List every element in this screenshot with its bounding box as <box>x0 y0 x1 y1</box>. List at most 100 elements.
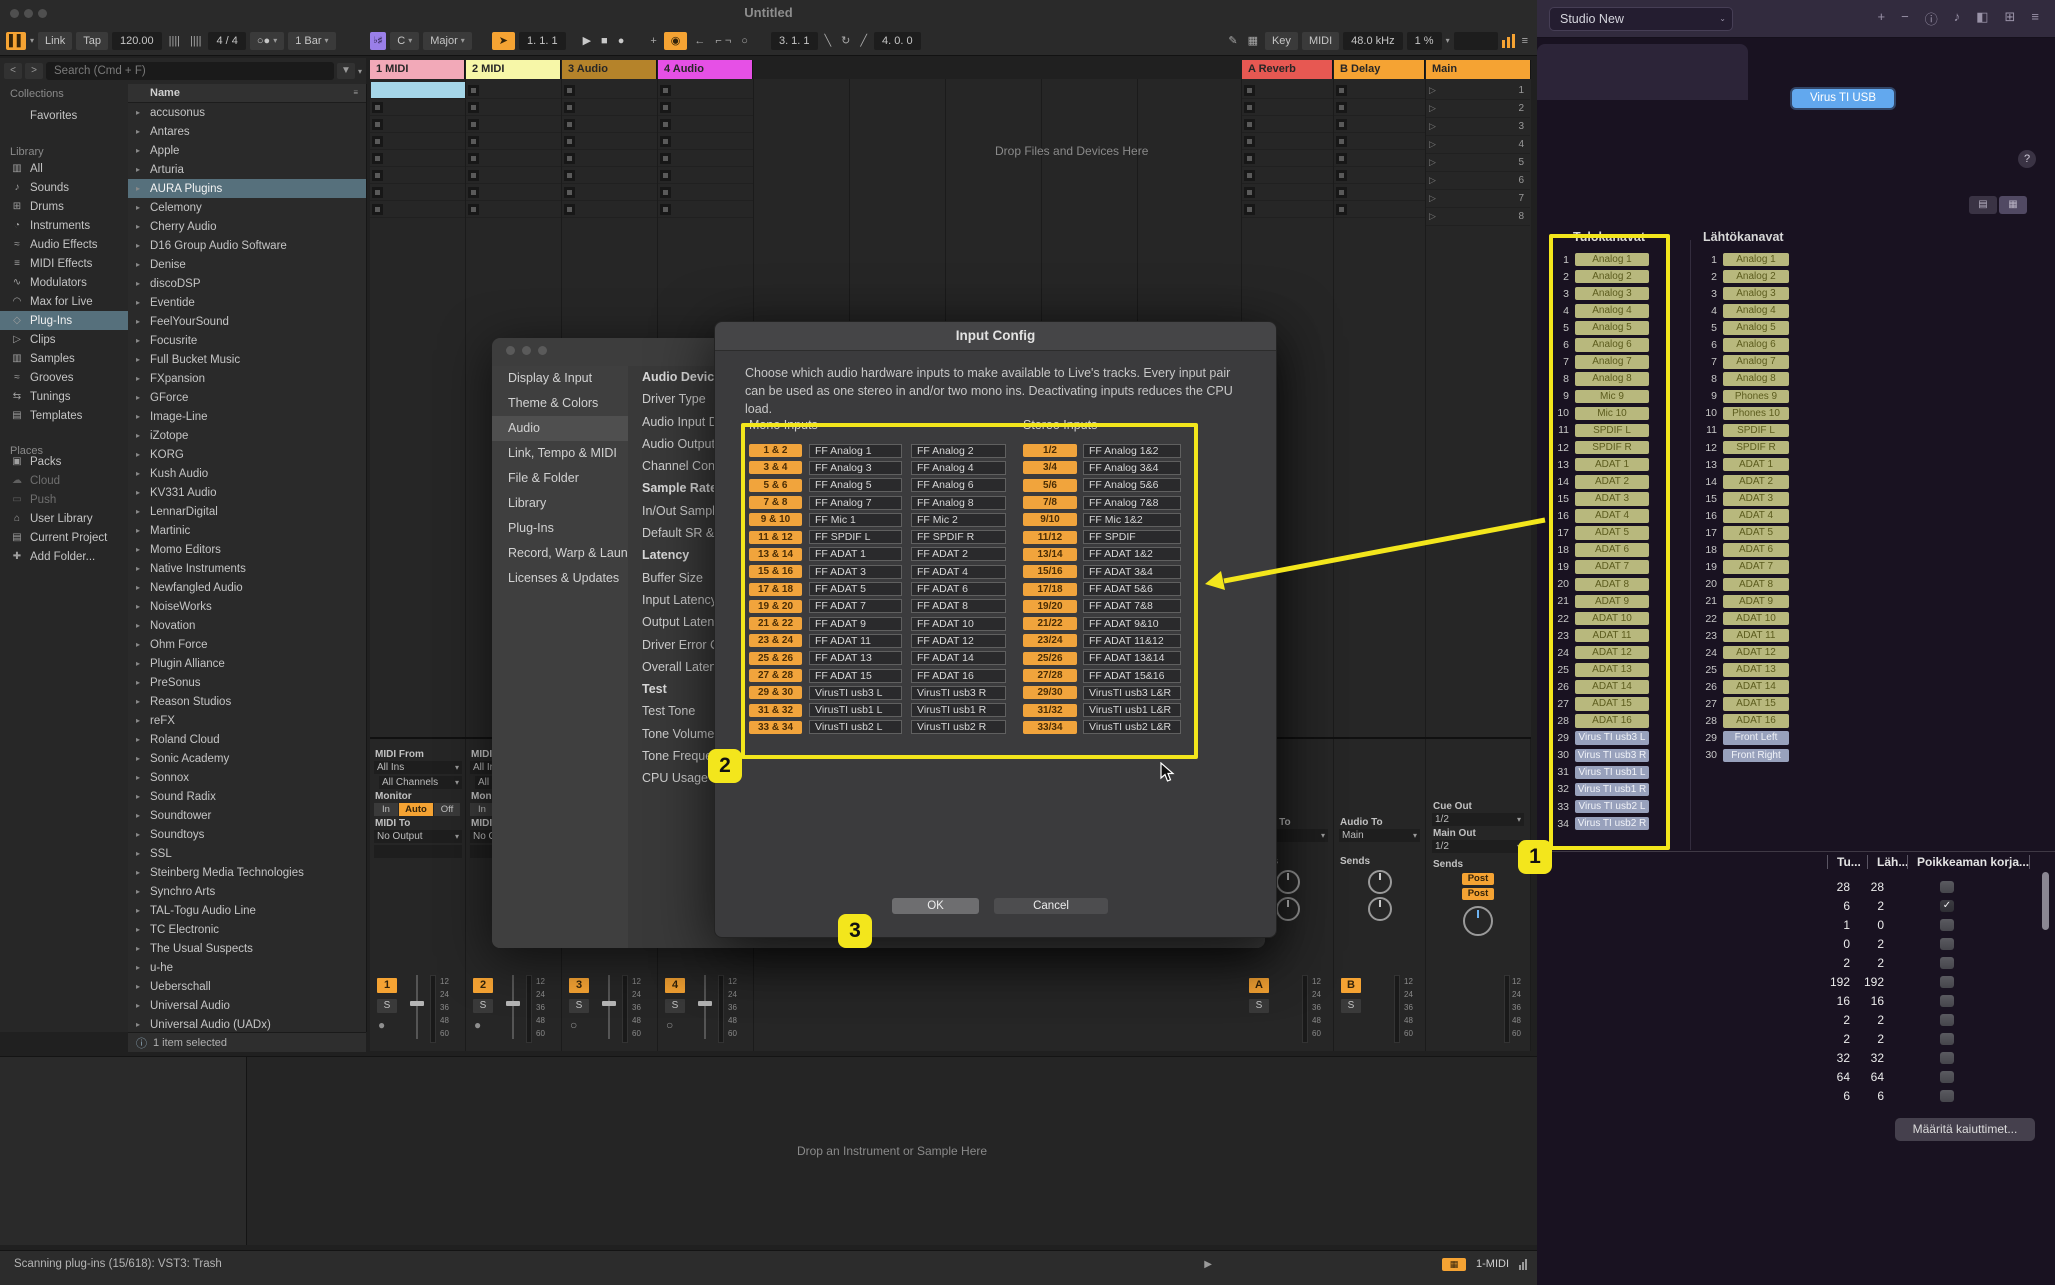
format-row[interactable]: 2 2 ✓ <box>1820 953 1954 972</box>
scene-row[interactable]: ▷4 <box>1426 136 1530 154</box>
scene-play-icon[interactable]: ▷ <box>1429 157 1436 168</box>
clip-stop-icon[interactable] <box>660 170 671 181</box>
clip-stop-icon[interactable] <box>372 170 383 181</box>
channel-button[interactable]: ADAT 15 <box>1723 697 1789 711</box>
deviation-checkbox[interactable]: ✓ <box>1940 976 1954 988</box>
punch-region-icon[interactable]: ⌐ ¬ <box>712 32 734 50</box>
input-pair-toggle[interactable]: 31/32 <box>1023 704 1077 717</box>
input-name-field[interactable]: FF ADAT 5 <box>809 582 902 596</box>
channel-button[interactable]: Front Right <box>1723 749 1789 763</box>
solo-button[interactable]: S <box>1341 999 1361 1013</box>
metronome-pattern-icon[interactable]: |||| <box>187 32 204 50</box>
clip-stop-icon[interactable] <box>468 119 479 130</box>
monitor-in-button[interactable]: In <box>374 803 398 816</box>
input-name-field[interactable]: FF Analog 2 <box>911 444 1006 458</box>
display-icon[interactable]: ◧ <box>1972 9 1992 28</box>
browser-vendor-row[interactable]: ▸FeelYourSound <box>128 312 366 331</box>
input-pair-toggle[interactable]: 11 & 12 <box>749 531 802 544</box>
clip-slot[interactable] <box>658 116 753 133</box>
column-header-lah[interactable]: Läh... <box>1877 855 1908 869</box>
disclosure-icon[interactable]: ▸ <box>136 108 144 117</box>
disclosure-icon[interactable]: ▸ <box>136 146 144 155</box>
channel-button[interactable]: ADAT 10 <box>1723 612 1789 626</box>
input-pair-toggle[interactable]: 1/2 <box>1023 444 1077 457</box>
input-pair-toggle[interactable]: 33 & 34 <box>749 721 802 734</box>
clip-slot[interactable] <box>466 201 561 218</box>
clip-stop-icon[interactable] <box>564 170 575 181</box>
clip-slot[interactable] <box>658 82 753 99</box>
scene-row[interactable]: ▷5 <box>1426 154 1530 172</box>
input-name-field[interactable]: VirusTI usb1 R <box>911 703 1006 717</box>
disclosure-icon[interactable]: ▸ <box>136 241 144 250</box>
clip-stop-icon[interactable] <box>468 136 479 147</box>
input-name-field[interactable]: FF ADAT 7&8 <box>1083 599 1181 613</box>
input-name-field[interactable]: FF ADAT 3&4 <box>1083 565 1181 579</box>
disclosure-icon[interactable]: ▸ <box>136 716 144 725</box>
disclosure-icon[interactable]: ▸ <box>136 583 144 592</box>
disclosure-icon[interactable]: ▸ <box>136 222 144 231</box>
channel-button[interactable]: Analog 2 <box>1575 270 1649 284</box>
clip-stop-icon[interactable] <box>1244 187 1255 198</box>
input-pair-toggle[interactable]: 15 & 16 <box>749 565 802 578</box>
new-midi-button[interactable]: + <box>647 32 659 50</box>
return-badge[interactable]: A <box>1249 978 1269 993</box>
send-b-knob[interactable] <box>1368 897 1392 921</box>
disclosure-icon[interactable]: ▸ <box>136 412 144 421</box>
nav-forward-icon[interactable]: > <box>25 63 43 79</box>
clip-stop-icon[interactable] <box>372 136 383 147</box>
column-header-deviation[interactable]: Poikkeaman korja... <box>1917 855 2029 869</box>
input-name-field[interactable]: FF Analog 1&2 <box>1083 444 1181 458</box>
volume-fader-track[interactable] <box>416 975 418 1039</box>
input-pair-toggle[interactable]: 29 & 30 <box>749 686 802 699</box>
clip-slot[interactable] <box>658 184 753 201</box>
disclosure-icon[interactable]: ▸ <box>136 982 144 991</box>
sidebar-library-item[interactable]: ∿Modulators <box>0 273 128 292</box>
scale-name-menu[interactable]: Major▾ <box>423 32 472 50</box>
clip-slot[interactable] <box>1334 150 1425 167</box>
monitor-off-button[interactable]: Off <box>434 803 460 816</box>
browser-vendor-row[interactable]: ▸Image-Line <box>128 407 366 426</box>
clip-slot[interactable] <box>562 116 657 133</box>
filter-icon[interactable]: ▼ <box>337 63 355 79</box>
format-row[interactable]: 192 192 ✓ <box>1820 972 1954 991</box>
link-status-icon[interactable]: ▌▌ <box>6 32 26 50</box>
zoom-window-button[interactable] <box>538 346 547 355</box>
disclosure-icon[interactable]: ▸ <box>136 602 144 611</box>
clip-stop-icon[interactable] <box>660 204 671 215</box>
loop-length-field[interactable]: 4. 0. 0 <box>874 32 921 50</box>
hamburger-icon[interactable]: ≡ <box>1519 32 1531 50</box>
channel-button[interactable]: Virus TI usb2 R <box>1575 817 1649 831</box>
disclosure-icon[interactable]: ▸ <box>136 507 144 516</box>
clip-slot[interactable] <box>1334 167 1425 184</box>
input-name-field[interactable]: FF Analog 1 <box>809 444 902 458</box>
view-toggle-right-icon[interactable]: ▦ <box>1999 196 2027 214</box>
channel-button[interactable]: Analog 3 <box>1575 287 1649 301</box>
sidebar-places-item[interactable]: ✚Add Folder... <box>0 547 128 566</box>
channel-button[interactable]: SPDIF R <box>1575 441 1649 455</box>
post-toggle-a[interactable]: Post <box>1462 873 1494 885</box>
clip-slot[interactable] <box>1242 116 1333 133</box>
disclosure-icon[interactable]: ▸ <box>136 868 144 877</box>
browser-vendor-row[interactable]: ▸Ohm Force <box>128 635 366 654</box>
clip-stop-icon[interactable] <box>468 187 479 198</box>
clip-stop-icon[interactable] <box>1244 102 1255 113</box>
clip-slot[interactable] <box>1242 167 1333 184</box>
channel-button[interactable]: ADAT 14 <box>1723 680 1789 694</box>
channel-button[interactable]: Analog 1 <box>1575 253 1649 267</box>
browser-vendor-row[interactable]: ▸Native Instruments <box>128 559 366 578</box>
table-scrollbar[interactable] <box>2042 870 2049 1110</box>
stop-button[interactable]: ■ <box>598 32 611 50</box>
minimize-window-button[interactable] <box>522 346 531 355</box>
input-name-field[interactable]: VirusTI usb2 L&R <box>1083 720 1181 734</box>
input-pair-toggle[interactable]: 11/12 <box>1023 531 1077 544</box>
solo-button[interactable]: S <box>473 999 493 1013</box>
channel-button[interactable]: Phones 9 <box>1723 390 1789 404</box>
input-pair-toggle[interactable]: 9 & 10 <box>749 513 802 526</box>
solo-button[interactable]: S <box>569 999 589 1013</box>
channel-button[interactable]: Mic 9 <box>1575 390 1649 404</box>
chevron-down-icon[interactable]: ▾ <box>1446 36 1450 45</box>
scene-row[interactable]: ▷2 <box>1426 100 1530 118</box>
input-pair-toggle[interactable]: 21 & 22 <box>749 617 802 630</box>
clip-stop-icon[interactable] <box>564 204 575 215</box>
clip-stop-icon[interactable] <box>564 187 575 198</box>
